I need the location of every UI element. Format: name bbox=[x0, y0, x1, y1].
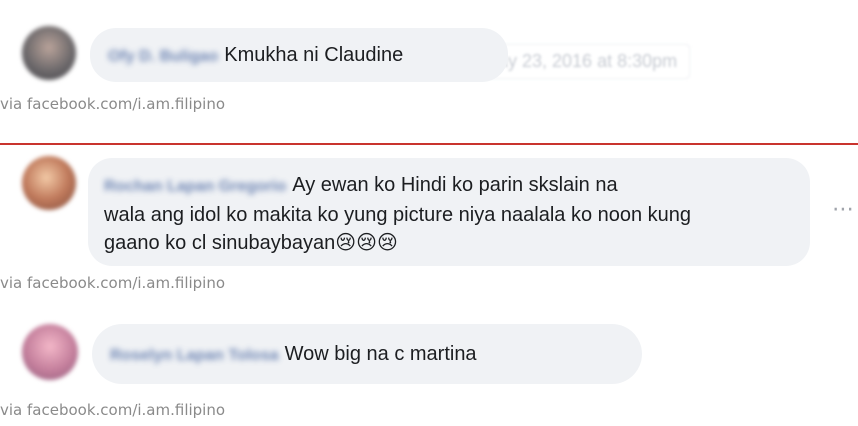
comment-bubble: Ofy D. Buligao Kmukha ni Claudine bbox=[90, 28, 508, 82]
comment-author[interactable]: Ofy D. Buligao bbox=[108, 43, 218, 71]
comment-3: Roselyn Lapan Tolosa Wow big na c martina… bbox=[0, 300, 858, 426]
comment-author[interactable]: Rochan Lapan Gregorio bbox=[104, 173, 286, 201]
avatar[interactable] bbox=[22, 26, 76, 80]
comment-text-line-3: gaano ko cl sinubaybayan bbox=[104, 232, 336, 254]
source-caption: via facebook.com/i.am.filipino bbox=[0, 401, 226, 419]
source-caption: via facebook.com/i.am.filipino bbox=[0, 274, 226, 292]
comment-2: Rochan Lapan Gregorio Ay ewan ko Hindi ko… bbox=[0, 146, 858, 296]
crying-face-icon: 😢😢😢 bbox=[335, 232, 398, 254]
source-caption: via facebook.com/i.am.filipino bbox=[0, 95, 226, 113]
more-options-icon[interactable]: ⋯ bbox=[832, 196, 855, 222]
comment-text: Kmukha ni Claudine bbox=[224, 44, 404, 66]
avatar[interactable] bbox=[22, 324, 78, 380]
comment-1: May 23, 2016 at 8:30pm Ofy D. Buligao Kmu… bbox=[0, 0, 858, 140]
comment-author[interactable]: Roselyn Lapan Tolosa bbox=[110, 342, 279, 370]
comment-text-line-1: Ay ewan ko Hindi ko parin skslain na bbox=[292, 174, 618, 196]
avatar[interactable] bbox=[22, 156, 76, 210]
divider bbox=[0, 143, 858, 145]
comment-text: Wow big na c martina bbox=[284, 343, 477, 365]
comment-text-line-2: wala ang idol ko makita ko yung picture … bbox=[104, 204, 692, 226]
comment-bubble: Roselyn Lapan Tolosa Wow big na c martina bbox=[92, 324, 642, 384]
comment-bubble: Rochan Lapan Gregorio Ay ewan ko Hindi ko… bbox=[88, 158, 810, 266]
